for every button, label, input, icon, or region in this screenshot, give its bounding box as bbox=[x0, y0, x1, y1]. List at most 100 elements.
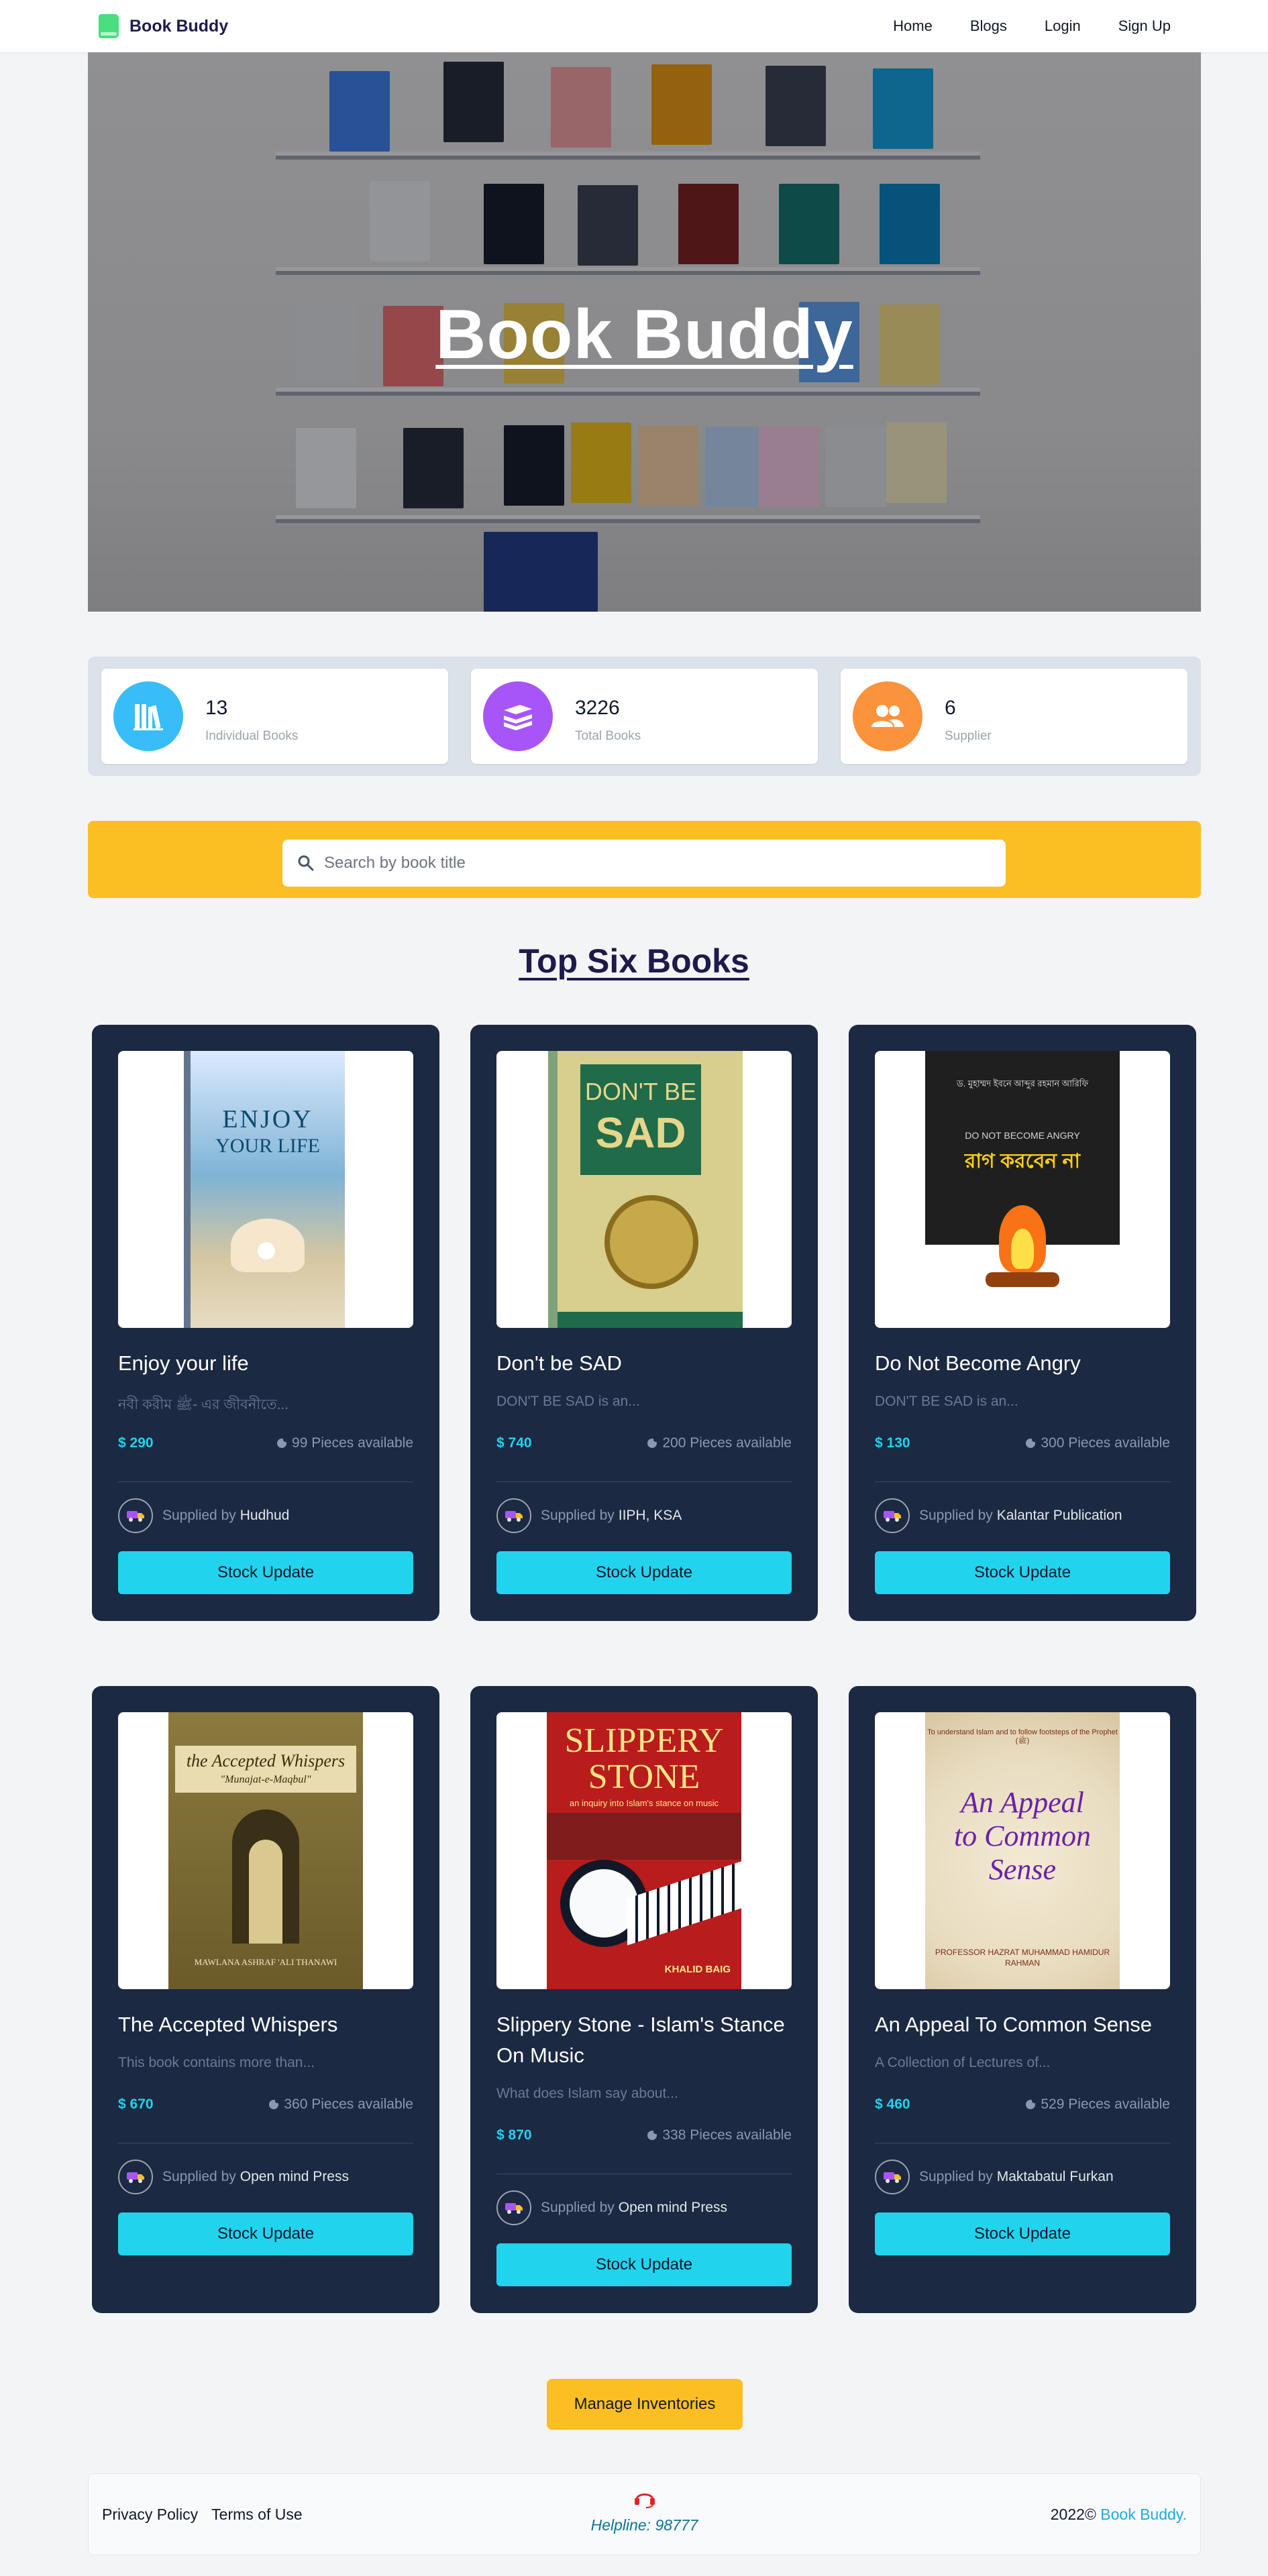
book-title: Don't be SAD bbox=[496, 1351, 622, 1375]
navbar: Book Buddy Home Blogs Login Sign Up bbox=[0, 0, 1268, 52]
book-icon bbox=[97, 13, 120, 40]
book-stock: 360 Pieces available bbox=[269, 2096, 413, 2113]
copyright: 2022© Book Buddy. bbox=[1050, 2506, 1187, 2523]
nav-home-link[interactable]: Home bbox=[893, 17, 933, 35]
truck-icon bbox=[118, 2160, 153, 2194]
stat-label: Individual Books bbox=[205, 729, 299, 743]
nav-blogs-link[interactable]: Blogs bbox=[970, 17, 1007, 35]
search-box bbox=[282, 840, 1006, 887]
brand-name: Book Buddy bbox=[129, 16, 229, 36]
book-stock: 300 Pieces available bbox=[1026, 1435, 1170, 1451]
truck-icon bbox=[875, 2160, 910, 2194]
book-card: To understand Islam and to follow footst… bbox=[849, 1686, 1196, 2313]
stock-icon bbox=[647, 2129, 659, 2140]
book-cover: ENJOY YOUR LIFE bbox=[118, 1051, 413, 1328]
hero-banner: Book Buddy bbox=[88, 52, 1201, 612]
books-icon bbox=[113, 681, 183, 751]
users-icon bbox=[853, 681, 922, 751]
book-price: $ 460 bbox=[875, 2096, 910, 2112]
stock-update-button[interactable]: Stock Update bbox=[496, 2243, 792, 2286]
stat-value: 3226 bbox=[575, 697, 620, 719]
book-cover: To understand Islam and to follow footst… bbox=[875, 1712, 1170, 1989]
book-description: DON'T BE SAD is an... bbox=[496, 1394, 640, 1409]
stats-panel: 13 Individual Books 3226 Total Books 6 S… bbox=[88, 657, 1201, 776]
book-title: Slippery Stone - Islam's Stance On Music bbox=[496, 2013, 785, 2067]
book-price: $ 670 bbox=[118, 2096, 154, 2112]
book-price: $ 130 bbox=[875, 1435, 910, 1451]
stock-update-button[interactable]: Stock Update bbox=[875, 1551, 1170, 1594]
stock-icon bbox=[647, 1437, 659, 1448]
search-icon bbox=[298, 855, 314, 871]
stock-icon bbox=[269, 2098, 280, 2109]
section-title: Top Six Books bbox=[519, 942, 749, 980]
book-title: An Appeal To Common Sense bbox=[875, 2013, 1153, 2036]
stat-card-total-books: 3226 Total Books bbox=[471, 669, 818, 764]
stock-update-button[interactable]: Stock Update bbox=[496, 1551, 792, 1594]
stat-card-individual-books: 13 Individual Books bbox=[101, 669, 448, 764]
book-cover: DON'T BE SAD bbox=[496, 1051, 792, 1328]
stock-update-button[interactable]: Stock Update bbox=[118, 2213, 413, 2255]
book-description: What does Islam say about... bbox=[496, 2086, 678, 2101]
book-description: This book contains more than... bbox=[118, 2055, 315, 2070]
supplier-name: Hudhud bbox=[240, 1508, 290, 1523]
stock-icon bbox=[277, 1437, 288, 1448]
hero-title: Book Buddy bbox=[435, 296, 853, 374]
supplier-name: Kalantar Publication bbox=[996, 1508, 1122, 1523]
stock-update-button[interactable]: Stock Update bbox=[875, 2213, 1170, 2255]
truck-icon bbox=[496, 2190, 531, 2225]
book-cover: the Accepted Whispers "Munajat-e-Maqbul"… bbox=[118, 1712, 413, 1989]
search-input[interactable] bbox=[324, 854, 968, 873]
book-description: A Collection of Lectures of... bbox=[875, 2055, 1051, 2070]
book-cover: ড. মুহাম্মদ ইবনে আব্দুর রহমান আরিফি DO N… bbox=[875, 1051, 1170, 1328]
book-title: Enjoy your life bbox=[118, 1351, 249, 1375]
nav-login-link[interactable]: Login bbox=[1045, 17, 1081, 35]
book-title: The Accepted Whispers bbox=[118, 2013, 338, 2036]
book-stock: 338 Pieces available bbox=[647, 2127, 792, 2143]
book-stock: 200 Pieces available bbox=[647, 1435, 792, 1451]
book-supplier: Supplied by Maktabatul Furkan bbox=[875, 2160, 1114, 2194]
truck-icon bbox=[496, 1498, 531, 1533]
book-supplier: Supplied by Open mind Press bbox=[118, 2160, 349, 2194]
book-supplier: Supplied by Kalantar Publication bbox=[875, 1498, 1122, 1533]
book-title: Do Not Become Angry bbox=[875, 1351, 1081, 1375]
manage-inventories-button[interactable]: Manage Inventories bbox=[547, 2379, 743, 2430]
stock-icon bbox=[1026, 2098, 1037, 2109]
truck-icon bbox=[875, 1498, 910, 1533]
book-supplier: Supplied by Hudhud bbox=[118, 1498, 289, 1533]
book-card: ENJOY YOUR LIFE Enjoy your life নবী করীম… bbox=[92, 1025, 439, 1621]
supplier-name: Open mind Press bbox=[618, 2200, 727, 2215]
stat-label: Supplier bbox=[945, 729, 992, 743]
stat-label: Total Books bbox=[575, 729, 641, 743]
helpline-text: Helpline: 98777 bbox=[590, 2516, 698, 2534]
supplier-name: Maktabatul Furkan bbox=[996, 2169, 1114, 2184]
book-price: $ 870 bbox=[496, 2127, 532, 2143]
nav-signup-link[interactable]: Sign Up bbox=[1118, 17, 1171, 35]
book-card: ড. মুহাম্মদ ইবনে আব্দুর রহমান আরিফি DO N… bbox=[849, 1025, 1196, 1621]
book-supplier: Supplied by Open mind Press bbox=[496, 2190, 727, 2225]
stock-update-button[interactable]: Stock Update bbox=[118, 1551, 413, 1594]
book-supplier: Supplied by IIPH, KSA bbox=[496, 1498, 682, 1533]
book-price: $ 740 bbox=[496, 1435, 532, 1451]
book-stock: 99 Pieces available bbox=[277, 1435, 413, 1451]
stat-value: 13 bbox=[205, 697, 228, 719]
nav-links: Home Blogs Login Sign Up bbox=[855, 17, 1171, 35]
book-description: নবী করীম ﷺ- এর জীবনীতে... bbox=[118, 1397, 289, 1412]
book-stock: 529 Pieces available bbox=[1026, 2096, 1170, 2113]
footer: Privacy Policy Terms of Use Helpline: 98… bbox=[88, 2473, 1201, 2555]
book-cover: SLIPPERY STONE an inquiry into Islam's st… bbox=[496, 1712, 792, 1989]
search-section bbox=[88, 821, 1201, 898]
book-card: DON'T BE SAD Don't be SAD DON'T BE SAD i… bbox=[470, 1025, 818, 1621]
book-price: $ 290 bbox=[118, 1435, 154, 1451]
layers-icon bbox=[483, 681, 553, 751]
helpline: Helpline: 98777 bbox=[89, 2487, 1200, 2534]
stat-value: 6 bbox=[945, 697, 956, 719]
stat-card-supplier: 6 Supplier bbox=[841, 669, 1187, 764]
truck-icon bbox=[118, 1498, 153, 1533]
brand-logo[interactable]: Book Buddy bbox=[97, 13, 228, 40]
book-card: SLIPPERY STONE an inquiry into Islam's st… bbox=[470, 1686, 818, 2313]
supplier-name: IIPH, KSA bbox=[618, 1508, 682, 1523]
footer-brand-link[interactable]: Book Buddy. bbox=[1100, 2506, 1187, 2523]
supplier-name: Open mind Press bbox=[240, 2169, 349, 2184]
book-description: DON'T BE SAD is an... bbox=[875, 1394, 1018, 1409]
book-card: the Accepted Whispers "Munajat-e-Maqbul"… bbox=[92, 1686, 439, 2313]
